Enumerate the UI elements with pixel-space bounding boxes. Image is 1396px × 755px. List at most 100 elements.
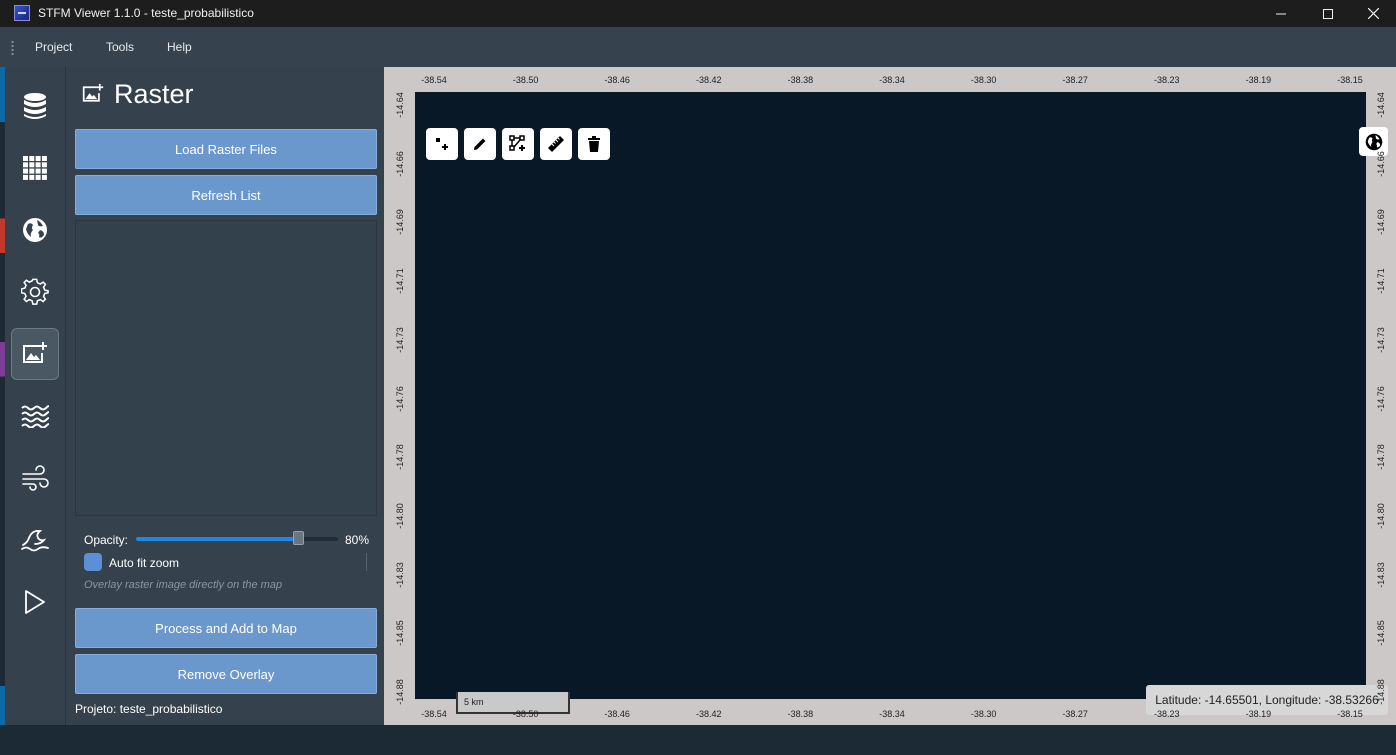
longitude-tick-bot: -38.54	[421, 709, 447, 719]
nav-database[interactable]	[11, 80, 59, 132]
latitude-tick-right: -14.64	[1376, 92, 1386, 118]
latitude-tick-right: -14.73	[1376, 327, 1386, 353]
maximize-icon	[1323, 8, 1333, 19]
nav-wind[interactable]	[11, 452, 59, 504]
menu-bar: Project Tools Help	[0, 27, 1396, 67]
process-and-add-button[interactable]: Process and Add to Map	[75, 608, 377, 648]
longitude-tick-top: -38.30	[970, 75, 997, 85]
pencil-icon	[474, 138, 486, 150]
window-title: STFM Viewer 1.1.0 - teste_probabilistico	[38, 6, 254, 20]
load-raster-files-button[interactable]: Load Raster Files	[75, 129, 377, 169]
add-image-icon	[82, 83, 104, 102]
longitude-tick-top: -38.54	[421, 75, 447, 85]
polyline-add-icon	[509, 135, 525, 151]
nav-run[interactable]	[11, 576, 59, 628]
latitude-tick-right: -14.78	[1376, 444, 1386, 470]
longitude-tick-bot: -38.42	[696, 709, 722, 719]
latitude-tick-left: -14.88	[395, 679, 405, 705]
opacity-slider[interactable]	[136, 531, 338, 545]
close-button[interactable]	[1350, 0, 1396, 27]
latitude-tick-right: -14.88	[1376, 679, 1386, 705]
latitude-tick-left: -14.78	[395, 444, 405, 470]
overlay-hint: Overlay raster image directly on the map	[84, 579, 283, 591]
panel-header: Raster	[82, 79, 194, 109]
opacity-slider-handle[interactable]	[292, 531, 304, 545]
latitude-tick-right: -14.71	[1376, 268, 1386, 294]
longitude-tick-bot: -38.46	[604, 709, 630, 719]
latitude-tick-left: -14.76	[395, 385, 405, 412]
minimize-icon	[1276, 13, 1286, 14]
globe-icon	[23, 218, 47, 242]
latitude-tick-right: -14.66	[1376, 150, 1386, 177]
wind-icon	[22, 465, 49, 491]
nav-settings[interactable]	[11, 266, 59, 318]
app-window: STFM Viewer 1.1.0 - teste_probabilistico…	[0, 0, 1396, 755]
trash-icon	[588, 136, 600, 152]
longitude-tick-top: -38.50	[512, 75, 539, 85]
add-image-icon	[23, 342, 47, 363]
icon-navigation	[5, 67, 65, 725]
longitude-tick-top: -38.34	[879, 75, 905, 85]
bottom-strip	[0, 725, 1396, 755]
opacity-value: 80%	[345, 533, 370, 547]
tsunami-wave-icon	[21, 529, 49, 552]
latitude-tick-right: -14.76	[1376, 385, 1386, 412]
longitude-tick-top: -38.23	[1154, 75, 1180, 85]
latitude-tick-left: -14.73	[395, 327, 405, 353]
title-bar: STFM Viewer 1.1.0 - teste_probabilistico	[0, 0, 1396, 27]
longitude-tick-bot: -38.27	[1062, 709, 1088, 719]
latitude-tick-right: -14.83	[1376, 561, 1386, 588]
add-marker-icon	[436, 138, 448, 150]
database-icon	[24, 93, 46, 119]
grid-icon	[23, 156, 47, 180]
measure-button[interactable]	[540, 128, 572, 160]
refresh-list-button[interactable]: Refresh List	[75, 175, 377, 215]
polyline-button[interactable]	[502, 128, 534, 160]
add-marker-button[interactable]	[426, 128, 458, 160]
nav-globe[interactable]	[11, 204, 59, 256]
delete-button[interactable]	[578, 128, 610, 160]
longitude-tick-bot: -38.30	[970, 709, 997, 719]
latitude-tick-right: -14.80	[1376, 503, 1386, 529]
project-label: Projeto: teste_probabilistico	[75, 702, 223, 716]
latitude-tick-left: -14.69	[395, 209, 405, 236]
ruler-icon	[548, 136, 564, 152]
nav-grid[interactable]	[11, 142, 59, 194]
longitude-tick-top: -38.42	[696, 75, 722, 85]
latitude-tick-right: -14.69	[1376, 209, 1386, 236]
longitude-tick-top: -38.27	[1062, 75, 1088, 85]
longitude-tick-bot: -38.34	[879, 709, 905, 719]
latitude-tick-left: -14.80	[395, 503, 405, 529]
auto-fit-zoom-checkbox[interactable]	[84, 553, 102, 571]
globe-icon	[1365, 133, 1382, 150]
latitude-tick-right: -14.85	[1376, 620, 1386, 647]
map-view: 5 km Latitude: -14.65501, Longitude: -38…	[384, 67, 1396, 725]
minimize-button[interactable]	[1258, 0, 1304, 27]
remove-overlay-button[interactable]: Remove Overlay	[75, 654, 377, 694]
opacity-label: Opacity:	[84, 533, 129, 547]
longitude-tick-bot: -38.23	[1154, 709, 1180, 719]
latitude-tick-left: -14.64	[395, 92, 405, 118]
draw-button[interactable]	[464, 128, 496, 160]
menu-tools[interactable]: Tools	[106, 40, 134, 54]
map-canvas[interactable]: 5 km Latitude: -14.65501, Longitude: -38…	[415, 92, 1388, 715]
menu-project[interactable]: Project	[35, 40, 72, 54]
longitude-tick-top: -38.46	[604, 75, 630, 85]
divider	[366, 553, 367, 571]
toolbar-grip-icon[interactable]	[10, 40, 15, 56]
auto-fit-zoom-label: Auto fit zoom	[109, 556, 180, 570]
raster-file-list[interactable]	[75, 220, 377, 516]
menu-help[interactable]: Help	[167, 40, 192, 54]
close-icon	[1367, 8, 1379, 19]
longitude-tick-bot: -38.50	[512, 709, 539, 719]
nav-raster[interactable]	[11, 328, 59, 380]
panel-title: Raster	[114, 78, 194, 109]
maximize-button[interactable]	[1305, 0, 1351, 27]
latitude-tick-left: -14.66	[395, 150, 405, 177]
longitude-tick-top: -38.38	[787, 75, 814, 85]
nav-waves[interactable]	[11, 390, 59, 442]
nav-tsunami[interactable]	[11, 514, 59, 566]
raster-panel: Raster Load Raster Files Refresh List Op…	[65, 67, 384, 725]
longitude-tick-bot: -38.15	[1337, 709, 1363, 719]
longitude-tick-bot: -38.19	[1245, 709, 1272, 719]
